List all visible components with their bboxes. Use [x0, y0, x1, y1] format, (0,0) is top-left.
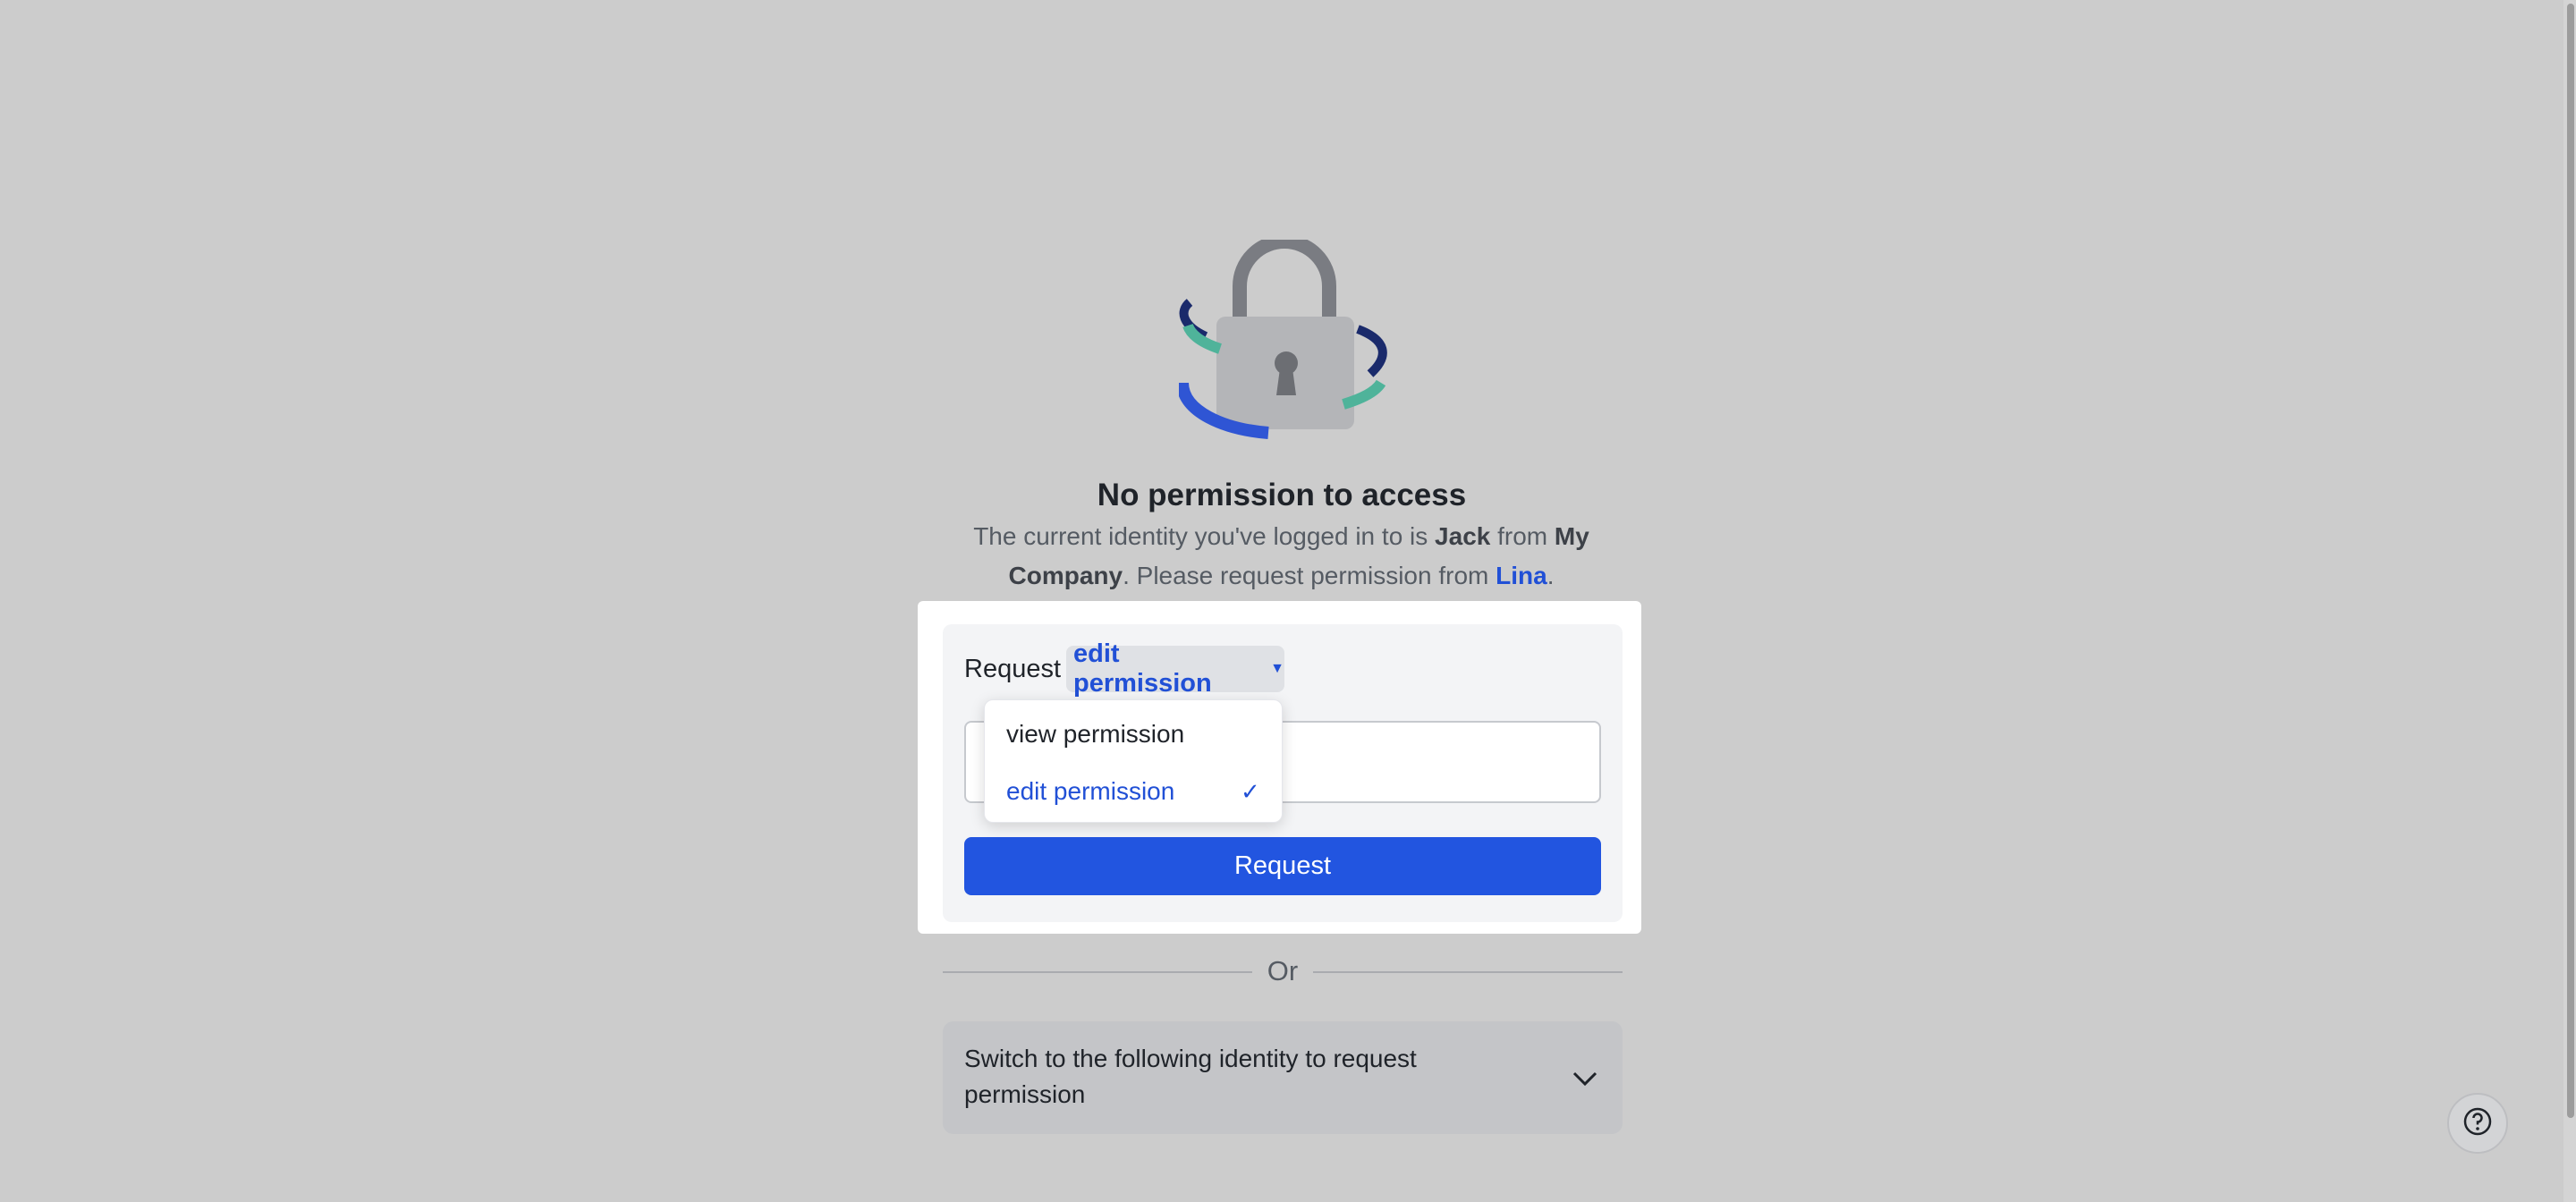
- owner-link[interactable]: Lina: [1496, 562, 1547, 589]
- help-button[interactable]: [2447, 1093, 2508, 1154]
- dropdown-option-edit[interactable]: edit permission: [1006, 775, 1174, 808]
- desc-from: from: [1490, 522, 1555, 550]
- request-button[interactable]: Request: [964, 837, 1601, 895]
- divider-label: Or: [1267, 955, 1299, 986]
- check-icon: ✓: [1241, 778, 1260, 805]
- divider-left: [943, 971, 1252, 973]
- permission-dropdown: view permission edit permission ✓: [984, 699, 1283, 823]
- desc-end: .: [1546, 562, 1555, 589]
- permission-select-value: edit permission: [1073, 639, 1212, 698]
- desc-prefix: The current identity you've logged in to…: [973, 522, 1436, 550]
- permission-description: The current identity you've logged in to…: [948, 517, 1614, 596]
- chevron-down-icon[interactable]: [1571, 1064, 1599, 1093]
- help-icon: [2462, 1106, 2493, 1141]
- desc-middle: . Please request permission from: [1123, 562, 1496, 589]
- page-title: No permission to access: [1097, 478, 1467, 512]
- switch-identity-label: Switch to the following identity to requ…: [964, 1045, 1417, 1108]
- user-name: Jack: [1435, 522, 1491, 550]
- lock-illustration: [1176, 234, 1390, 440]
- caret-down-icon: ▼: [1270, 661, 1284, 676]
- divider-right: [1313, 971, 1623, 973]
- request-label: Request: [964, 655, 1062, 683]
- permission-select[interactable]: edit permission ▼: [1066, 639, 1284, 698]
- dropdown-option-view[interactable]: view permission: [1006, 718, 1184, 750]
- scrollbar-thumb[interactable]: [2567, 4, 2574, 1118]
